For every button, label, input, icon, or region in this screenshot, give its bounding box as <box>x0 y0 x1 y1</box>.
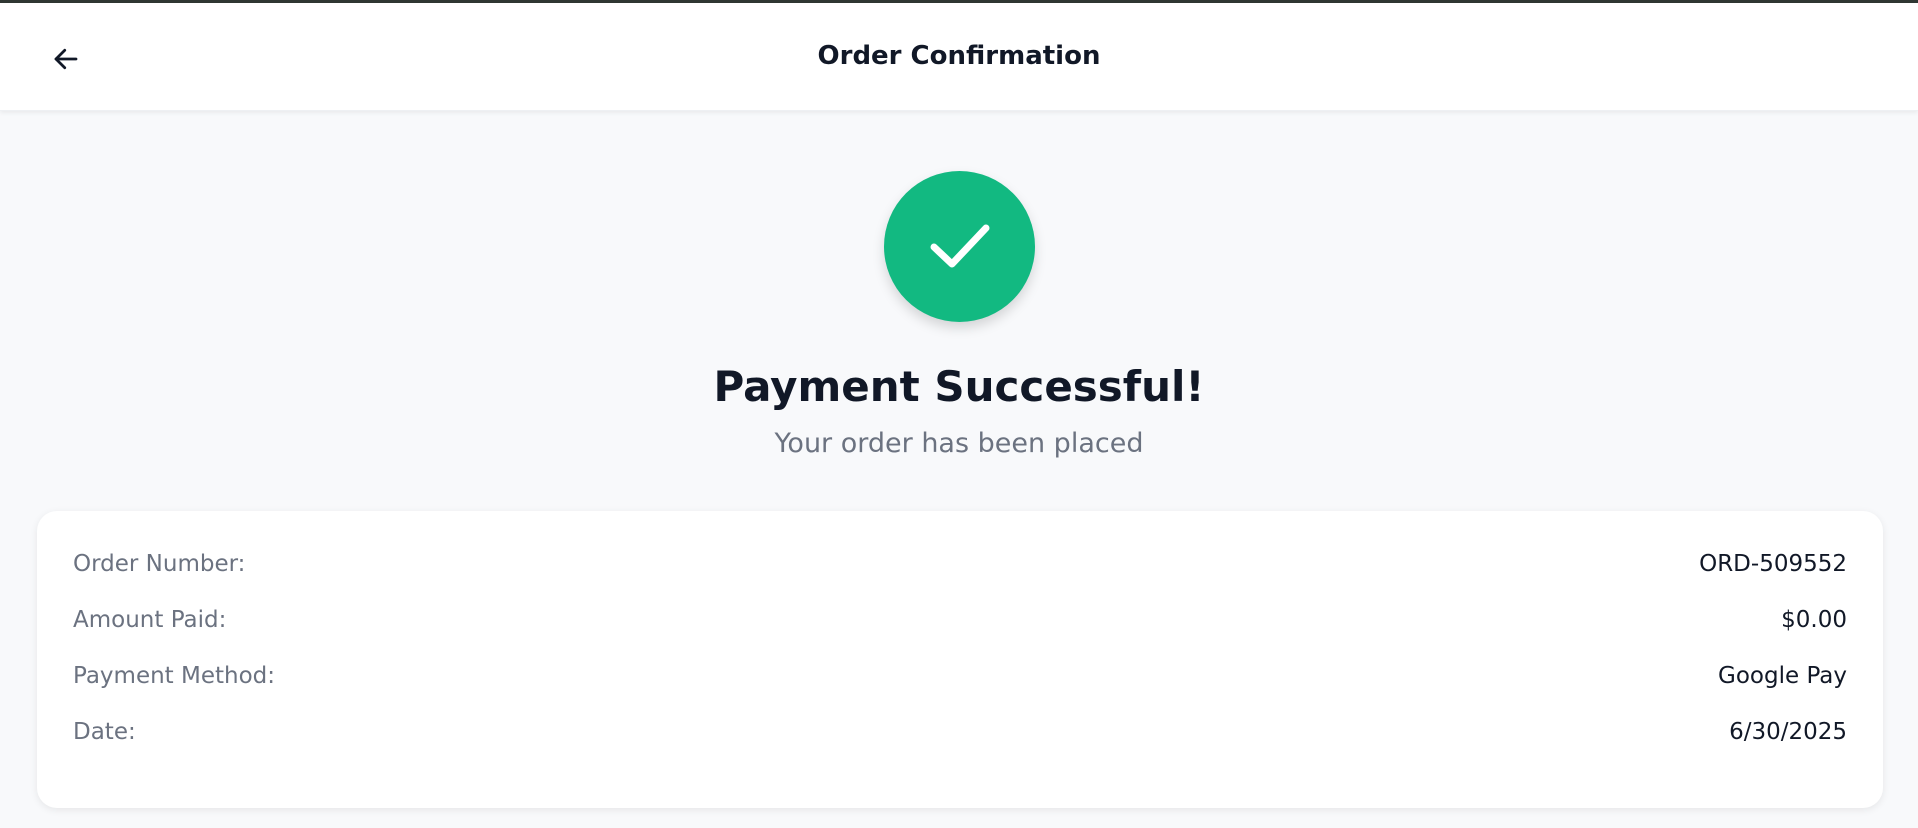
app-header: Order Confirmation <box>0 3 1918 111</box>
payment-status-subtitle: Your order has been placed <box>774 428 1144 459</box>
success-badge <box>884 171 1035 322</box>
order-number-value: ORD-509552 <box>1699 551 1847 577</box>
order-number-row: Order Number: ORD-509552 <box>73 544 1847 584</box>
amount-paid-label: Amount Paid: <box>73 607 227 633</box>
checkmark-icon <box>930 224 989 267</box>
date-row: Date: 6/30/2025 <box>73 712 1847 752</box>
payment-method-row: Payment Method: Google Pay <box>73 656 1847 696</box>
order-details-card: Order Number: ORD-509552 Amount Paid: $0… <box>37 511 1883 808</box>
date-value: 6/30/2025 <box>1729 719 1847 745</box>
order-number-label: Order Number: <box>73 551 246 577</box>
payment-method-label: Payment Method: <box>73 663 276 689</box>
payment-status-heading: Payment Successful! <box>713 362 1205 411</box>
date-label: Date: <box>73 719 136 745</box>
amount-paid-row: Amount Paid: $0.00 <box>73 600 1847 640</box>
amount-paid-value: $0.00 <box>1781 607 1847 633</box>
page-title: Order Confirmation <box>817 41 1101 71</box>
payment-method-value: Google Pay <box>1718 663 1847 689</box>
